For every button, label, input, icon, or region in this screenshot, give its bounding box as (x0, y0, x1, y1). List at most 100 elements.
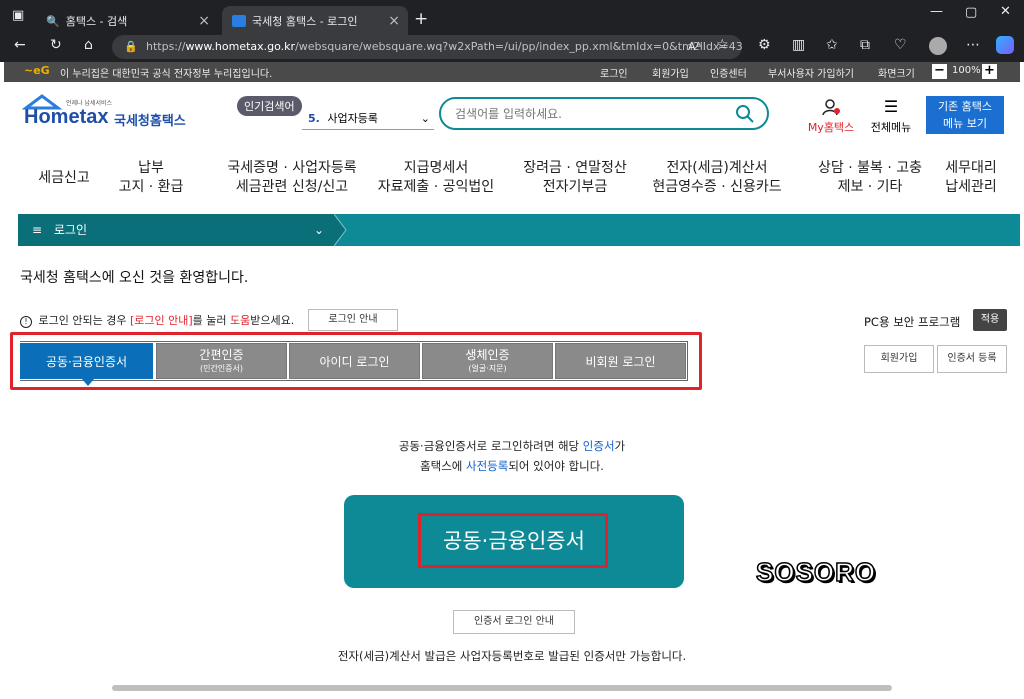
gnb-tax-report[interactable]: 세금신고 (24, 169, 104, 188)
reload-icon[interactable]: ↻ (50, 37, 62, 53)
hamburger-icon: ☰ (883, 97, 899, 116)
login-guide-button[interactable]: 로그인 안내 (308, 309, 398, 331)
top-link-login[interactable]: 로그인 (600, 65, 628, 80)
instr-p1: 공동·금융인증서로 로그인하려면 해당 (398, 439, 583, 453)
full-menu-label: 전체메뉴 (870, 121, 912, 134)
new-tab-icon[interactable]: + (414, 9, 428, 29)
hometax-favicon-icon (232, 15, 246, 27)
gnb-payment-statement[interactable]: 지급명세서 자료제출 · 공익법인 (366, 159, 506, 197)
split-screen-icon[interactable]: ▥ (792, 37, 805, 53)
extensions-icon[interactable]: ⚙ (758, 37, 771, 53)
instr-keyword-prereg: 사전등록 (466, 459, 509, 473)
join-button[interactable]: 회원가입 (864, 345, 934, 373)
gnb-payment[interactable]: 납부 고지 · 환급 (108, 159, 194, 197)
search-box[interactable] (439, 97, 769, 130)
chevron-down-icon: ⌄ (420, 112, 430, 125)
close-tab-icon[interactable]: × (388, 13, 400, 29)
close-tab-icon[interactable]: × (198, 13, 210, 29)
page-title: 국세청 홈택스에 오신 것을 환영합니다. (20, 270, 249, 286)
browser-essentials-icon[interactable]: ♡ (894, 37, 907, 53)
gnb-label: 납세관리 (945, 179, 997, 195)
info-circle-icon: ! (20, 316, 32, 328)
login-help-line: ! 로그인 안되는 경우 [로그인 안내]를 눌러 도움받으세요. (20, 312, 294, 328)
profile-avatar[interactable] (929, 37, 947, 55)
home-icon[interactable]: ⌂ (84, 37, 93, 53)
list-icon: ≡ (32, 223, 43, 237)
logo-main-text: Hometax (24, 106, 109, 128)
legacy-line1: 기존 홈택스 (937, 100, 993, 113)
zoom-in-button[interactable]: + (982, 64, 997, 79)
gnb-certificate[interactable]: 국세증명 · 사업자등록 세금관련 신청/신고 (212, 159, 372, 197)
search-input[interactable] (455, 105, 725, 123)
help-link[interactable]: [로그인 안내] (130, 314, 193, 327)
top-link-cert-center[interactable]: 인증센터 (710, 65, 747, 80)
search-icon[interactable] (735, 104, 755, 124)
favorites-icon[interactable]: ✩ (826, 37, 838, 53)
instr-p4: 되어 있어야 합니다. (508, 459, 604, 473)
address-bar[interactable]: 🔒 https://www.hometax.go.kr/websquare/we… (112, 35, 742, 59)
gnb-label: 상담 · 불복 · 고충 (818, 160, 922, 176)
help-middle: 를 눌러 (192, 314, 230, 327)
gnb-e-invoice[interactable]: 전자(세금)계산서현금영수증 · 신용카드 (642, 159, 792, 197)
security-apply-button[interactable]: 적용 (973, 309, 1007, 331)
user-icon (822, 99, 840, 116)
gnb-label: 현금영수증 · 신용카드 (652, 179, 782, 195)
zoom-out-button[interactable]: − (932, 64, 947, 79)
cert-login-guide-button[interactable]: 인증서 로그인 안내 (453, 610, 575, 634)
lock-icon: 🔒 (124, 40, 138, 53)
gnb-tax-agent[interactable]: 세무대리납세관리 (934, 159, 1008, 197)
breadcrumb-menu-select[interactable]: ≡ 로그인 ⌄ (18, 214, 334, 246)
popular-search-select[interactable]: 5. 사업자등록 ⌄ (302, 108, 434, 130)
logo-korean-text: 국세청홈택스 (114, 114, 186, 129)
cert-login-button[interactable]: 공동·금융인증서 (344, 495, 684, 588)
collections-icon[interactable]: ⧉ (860, 37, 870, 53)
gnb-label: 전자(세금)계산서 (666, 160, 768, 176)
full-menu-button[interactable]: ☰ 전체메뉴 (866, 97, 916, 135)
cert-register-button[interactable]: 인증서 등록 (937, 345, 1007, 373)
horizontal-scrollbar[interactable] (112, 685, 892, 691)
copilot-icon[interactable] (996, 36, 1014, 54)
breadcrumb: ≡ 로그인 ⌄ (18, 214, 1020, 246)
favorite-star-icon[interactable]: ☆ (716, 37, 729, 53)
cert-instruction: 공동·금융인증서로 로그인하려면 해당 인증서가 홈택스에 사전등록되어 있어야… (4, 436, 1020, 476)
gnb-label: 전자기부금 (542, 179, 608, 195)
gnb-incentive[interactable]: 장려금 · 연말정산 전자기부금 (512, 159, 638, 197)
browser-tab-search[interactable]: 🔍 홈택스 - 검색 × (36, 6, 218, 36)
maximize-icon[interactable]: ▢ (965, 5, 977, 20)
top-link-dept-user[interactable]: 부서사용자 가입하기 (768, 65, 854, 80)
top-link-screen-size[interactable]: 화면크기 (878, 65, 915, 80)
gnb-label: 세금관련 신청/신고 (235, 179, 349, 195)
page-viewport: ~eG 이 누리집은 대한민국 공식 전자정부 누리집입니다. 로그인 회원가입… (4, 62, 1020, 699)
tab-actions-icon[interactable]: ▣ (12, 8, 24, 23)
gnb-label: 고지 · 환급 (118, 179, 184, 195)
breadcrumb-label: 로그인 (53, 223, 88, 237)
more-icon[interactable]: ⋯ (966, 37, 980, 53)
tab-title: 홈택스 - 검색 (65, 15, 128, 28)
help-prefix: 로그인 안되는 경우 (38, 314, 130, 327)
popular-term: 사업자등록 (327, 112, 378, 125)
close-window-icon[interactable]: ✕ (1000, 4, 1011, 19)
legacy-menu-button[interactable]: 기존 홈택스 메뉴 보기 (926, 96, 1004, 134)
top-link-join[interactable]: 회원가입 (652, 65, 689, 80)
instr-p3: 홈택스에 (420, 459, 467, 473)
url-host: www.hometax.go.kr (185, 40, 296, 53)
popular-search-badge: 인기검색어 (237, 96, 302, 116)
gnb-label: 세무대리 (945, 160, 997, 176)
back-icon[interactable]: ← (14, 37, 26, 53)
popular-rank: 5. (308, 112, 320, 125)
tabs-highlight-box (10, 332, 702, 390)
help-suffix: 받으세요. (250, 314, 295, 327)
footer-note: 전자(세금)계산서 발급은 사업자등록번호로 발급된 인증서만 가능합니다. (337, 649, 687, 663)
browser-chrome: ▣ 🔍 홈택스 - 검색 × 국세청 홈택스 - 로그인 × + — ▢ ✕ ←… (0, 0, 1024, 62)
gnb-consultation[interactable]: 상담 · 불복 · 고충 제보 · 기타 (802, 159, 938, 197)
hometax-logo[interactable]: 언제나 납세서비스 Hometax 국세청홈택스 (22, 94, 192, 134)
watermark-text: SOSORO (755, 556, 877, 588)
chevron-down-icon: ⌄ (313, 223, 324, 237)
minimize-icon[interactable]: — (930, 4, 943, 19)
browser-tab-active[interactable]: 국세청 홈택스 - 로그인 × (222, 6, 408, 36)
read-aloud-icon[interactable]: Aᐞ (688, 40, 702, 53)
tab-title: 국세청 홈택스 - 로그인 (252, 15, 358, 28)
breadcrumb-arrow-icon (334, 214, 347, 246)
gov-top-bar: ~eG 이 누리집은 대한민국 공식 전자정부 누리집입니다. 로그인 회원가입… (4, 62, 1020, 82)
my-hometax-button[interactable]: My홈택스 (804, 98, 858, 134)
